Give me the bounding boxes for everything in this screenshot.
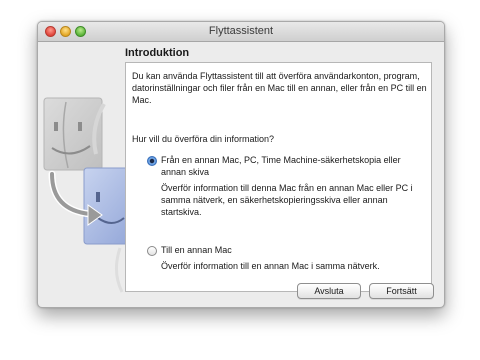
option-to-other-mac-description: Överför information till en annan Mac i … [161, 261, 380, 271]
migration-finder-icon [43, 97, 128, 293]
migration-assistant-window: Flyttassistent Introduktion Du kan använ… [37, 21, 445, 308]
option-from-other-mac-label[interactable]: Från en annan Mac, PC, Time Machine-säke… [161, 154, 423, 178]
quit-button[interactable]: Avsluta [297, 283, 361, 299]
option-from-other-mac-description: Överför information till denna Mac från … [161, 183, 413, 217]
radio-to-other-mac[interactable] [147, 246, 157, 256]
transfer-question: Hur vill du överföra din information? [132, 134, 275, 144]
radio-from-other-mac[interactable] [147, 156, 157, 166]
window-title: Flyttassistent [208, 25, 274, 37]
content-panel: Du kan använda Flyttassistent till att ö… [125, 62, 432, 292]
continue-button[interactable]: Fortsätt [369, 283, 434, 299]
option-to-other-mac-label[interactable]: Till en annan Mac [161, 244, 423, 256]
title-bar: Flyttassistent [38, 22, 444, 42]
intro-text: Du kan använda Flyttassistent till att ö… [132, 71, 427, 105]
section-heading: Introduktion [125, 47, 190, 59]
